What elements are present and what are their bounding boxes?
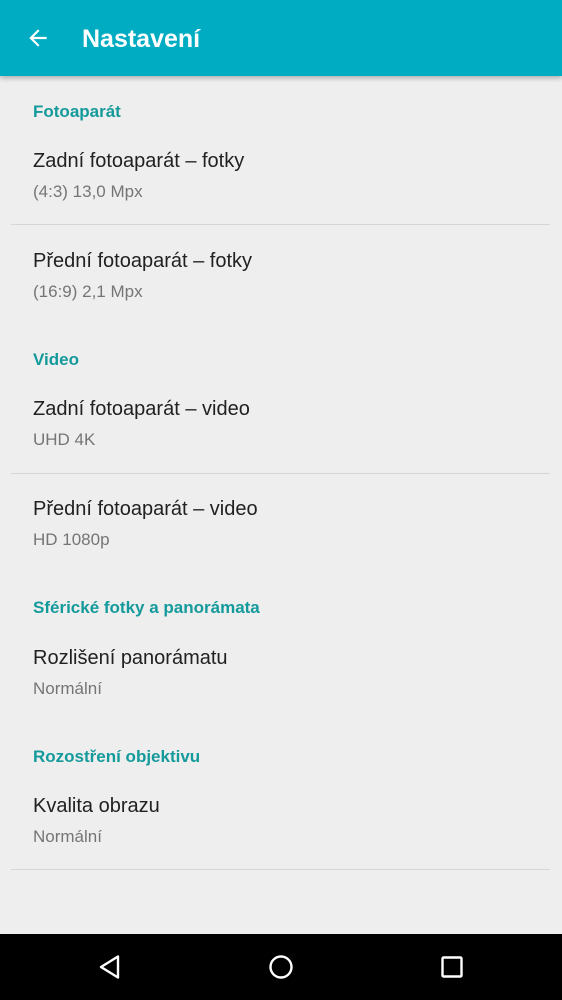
pref-item-front-camera-video[interactable]: Přední fotoaparát – video HD 1080p: [0, 498, 562, 594]
divider: [11, 869, 550, 870]
nav-recents-button[interactable]: [428, 943, 476, 991]
section-header-video: Video: [33, 350, 79, 369]
nav-home-button[interactable]: [257, 943, 305, 991]
nav-recents-square-icon: [441, 956, 463, 978]
section-header-camera: Fotoaparát: [33, 102, 121, 121]
settings-list: Fotoaparát Zadní fotoaparát – fotky (4:3…: [0, 76, 562, 934]
pref-item-rear-camera-photos[interactable]: Zadní fotoaparát – fotky (4:3) 13,0 Mpx: [0, 150, 562, 246]
nav-back-button[interactable]: [86, 943, 134, 991]
pref-title: Rozlišení panorámatu: [33, 647, 228, 669]
pref-title: Zadní fotoaparát – video: [33, 398, 250, 420]
page-title: Nastavení: [82, 25, 201, 53]
app-bar: Nastavení: [0, 0, 562, 76]
system-navigation-bar: [0, 934, 562, 1000]
pref-summary: (4:3) 13,0 Mpx: [33, 182, 143, 201]
pref-summary: HD 1080p: [33, 530, 110, 549]
section-header-lens-blur: Rozostření objektivu: [33, 747, 201, 766]
divider: [11, 473, 550, 474]
section-header-spherical-panorama: Sférické fotky a panorámata: [33, 598, 260, 617]
pref-title: Kvalita obrazu: [33, 795, 160, 817]
pref-title: Zadní fotoaparát – fotky: [33, 150, 245, 172]
nav-back-triangle-icon: [99, 955, 120, 979]
pref-summary: UHD 4K: [33, 430, 96, 449]
pref-item-rear-camera-video[interactable]: Zadní fotoaparát – video UHD 4K: [0, 398, 562, 494]
pref-summary: Normální: [33, 827, 102, 846]
pref-item-front-camera-photos[interactable]: Přední fotoaparát – fotky (16:9) 2,1 Mpx: [0, 250, 562, 346]
arrow-back-icon: [29, 29, 47, 47]
nav-home-circle-icon: [269, 955, 293, 979]
pref-summary: (16:9) 2,1 Mpx: [33, 282, 143, 301]
divider: [11, 224, 550, 225]
pref-title: Přední fotoaparát – fotky: [33, 250, 253, 272]
pref-summary: Normální: [33, 679, 102, 698]
back-button[interactable]: [14, 14, 62, 62]
pref-item-image-quality[interactable]: Kvalita obrazu Normální: [0, 795, 562, 891]
pref-item-panorama-resolution[interactable]: Rozlišení panorámatu Normální: [0, 647, 562, 743]
pref-title: Přední fotoaparát – video: [33, 498, 258, 520]
